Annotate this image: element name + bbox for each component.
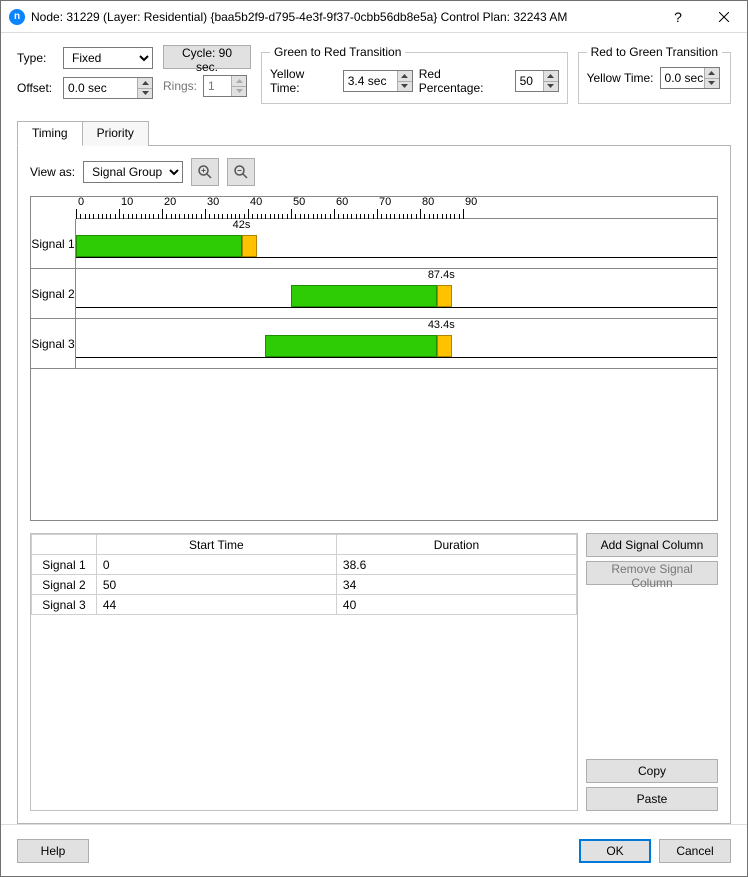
- dialog-window: n Node: 31229 (Layer: Residential) {baa5…: [0, 0, 748, 877]
- offset-label: Offset:: [17, 81, 57, 95]
- view-as-row: View as: Signal Groups: [30, 158, 718, 186]
- signal-row: Signal 1 42s: [31, 219, 717, 269]
- signal-timeline-chart: 0102030405060708090 Signal 1 42s Signal 2 8…: [30, 196, 718, 521]
- view-as-label: View as:: [30, 165, 75, 179]
- tabstrip: Timing Priority: [17, 120, 731, 145]
- g2r-redpct-label: Red Percentage:: [419, 67, 509, 95]
- cell-duration[interactable]: 38.6: [336, 555, 576, 575]
- cell-duration[interactable]: 34: [336, 575, 576, 595]
- table-row[interactable]: Signal 34440: [32, 595, 577, 615]
- cycle-button[interactable]: Cycle: 90 sec.: [163, 45, 251, 69]
- spin-up-icon: [231, 76, 246, 87]
- app-icon: n: [9, 9, 25, 25]
- spin-down-icon[interactable]: [137, 89, 152, 99]
- zoom-in-button[interactable]: [191, 158, 219, 186]
- spin-down-icon: [231, 87, 246, 97]
- zoom-out-icon: [233, 164, 249, 180]
- signal-table-section: Start Time Duration Signal 1038.6Signal …: [30, 533, 718, 811]
- spin-up-icon[interactable]: [137, 78, 152, 89]
- rings-label: Rings:: [163, 79, 197, 93]
- table-corner: [32, 535, 97, 555]
- yellow-phase-bar[interactable]: [437, 335, 452, 357]
- window-title: Node: 31229 (Layer: Residential) {baa5b2…: [31, 10, 655, 24]
- green-phase-bar[interactable]: [265, 335, 437, 357]
- help-system-button[interactable]: ?: [655, 1, 701, 32]
- spin-up-icon[interactable]: [543, 71, 558, 82]
- tab-timing[interactable]: Timing: [17, 121, 83, 146]
- add-signal-column-button[interactable]: Add Signal Column: [586, 533, 718, 557]
- g2r-yellow-spinner[interactable]: [343, 70, 413, 92]
- window-controls: ?: [655, 1, 747, 32]
- table-row[interactable]: Signal 1038.6: [32, 555, 577, 575]
- g2r-legend: Green to Red Transition: [270, 45, 405, 59]
- col-duration-header[interactable]: Duration: [336, 535, 576, 555]
- signal-row-label: Signal 3: [31, 319, 76, 368]
- cell-start[interactable]: 0: [96, 555, 336, 575]
- titlebar: n Node: 31229 (Layer: Residential) {baa5…: [1, 1, 747, 33]
- help-icon: ?: [674, 9, 682, 25]
- spin-down-icon[interactable]: [704, 79, 719, 89]
- left-settings: Type: Fixed Offset:: [17, 45, 153, 104]
- close-icon: [719, 12, 729, 22]
- spin-down-icon[interactable]: [543, 82, 558, 92]
- cell-duration[interactable]: 40: [336, 595, 576, 615]
- view-as-select[interactable]: Signal Groups: [83, 161, 183, 183]
- paste-button[interactable]: Paste: [586, 787, 718, 811]
- col-start-header[interactable]: Start Time: [96, 535, 336, 555]
- green-phase-bar[interactable]: [76, 235, 242, 257]
- g2r-redpct-spinner[interactable]: [515, 70, 559, 92]
- row-header: Signal 3: [32, 595, 97, 615]
- top-settings-row: Type: Fixed Offset: Cycle: 90 sec. Rings…: [17, 45, 731, 104]
- signal-row: Signal 3 43.4s: [31, 319, 717, 369]
- yellow-phase-bar[interactable]: [437, 285, 452, 307]
- cell-start[interactable]: 44: [96, 595, 336, 615]
- g2r-yellow-label: Yellow Time:: [270, 67, 337, 95]
- signal-track[interactable]: 42s: [76, 219, 717, 268]
- green-to-red-fieldset: Green to Red Transition Yellow Time: Red…: [261, 45, 568, 104]
- signal-track[interactable]: 87.4s: [76, 269, 717, 318]
- zoom-out-button[interactable]: [227, 158, 255, 186]
- spin-down-icon[interactable]: [397, 82, 412, 92]
- phase-end-label: 43.4s: [428, 319, 455, 331]
- timeline-ruler: 0102030405060708090: [76, 197, 717, 219]
- phase-end-label: 42s: [233, 219, 251, 231]
- green-phase-bar[interactable]: [291, 285, 437, 307]
- red-to-green-fieldset: Red to Green Transition Yellow Time:: [578, 45, 731, 104]
- r2g-legend: Red to Green Transition: [587, 45, 722, 59]
- dialog-body: Type: Fixed Offset: Cycle: 90 sec. Rings…: [1, 33, 747, 824]
- row-header: Signal 1: [32, 555, 97, 575]
- zoom-in-icon: [197, 164, 213, 180]
- signal-table[interactable]: Start Time Duration Signal 1038.6Signal …: [30, 533, 578, 811]
- signal-row-label: Signal 2: [31, 269, 76, 318]
- cancel-button[interactable]: Cancel: [659, 839, 731, 863]
- yellow-phase-bar[interactable]: [242, 235, 257, 257]
- spin-up-icon[interactable]: [397, 71, 412, 82]
- dialog-footer: Help OK Cancel: [1, 824, 747, 876]
- table-side-buttons: Add Signal Column Remove Signal Column C…: [586, 533, 718, 811]
- cell-start[interactable]: 50: [96, 575, 336, 595]
- rings-spinner: [203, 75, 247, 97]
- close-window-button[interactable]: [701, 1, 747, 32]
- row-header: Signal 2: [32, 575, 97, 595]
- signal-row-label: Signal 1: [31, 219, 76, 268]
- signal-row: Signal 2 87.4s: [31, 269, 717, 319]
- copy-button[interactable]: Copy: [586, 759, 718, 783]
- ok-button[interactable]: OK: [579, 839, 651, 863]
- table-row[interactable]: Signal 25034: [32, 575, 577, 595]
- type-select[interactable]: Fixed: [63, 47, 153, 69]
- help-button[interactable]: Help: [17, 839, 89, 863]
- type-label: Type:: [17, 51, 57, 65]
- offset-spinner[interactable]: [63, 77, 153, 99]
- tab-priority[interactable]: Priority: [82, 121, 149, 146]
- r2g-yellow-spinner[interactable]: [660, 67, 720, 89]
- cycle-rings-col: Cycle: 90 sec. Rings:: [163, 45, 251, 104]
- phase-end-label: 87.4s: [428, 269, 455, 281]
- timing-panel: View as: Signal Groups 01020304050607080…: [17, 145, 731, 824]
- remove-signal-column-button: Remove Signal Column: [586, 561, 718, 585]
- spin-up-icon[interactable]: [704, 68, 719, 79]
- r2g-yellow-label: Yellow Time:: [587, 71, 654, 85]
- signal-track[interactable]: 43.4s: [76, 319, 717, 368]
